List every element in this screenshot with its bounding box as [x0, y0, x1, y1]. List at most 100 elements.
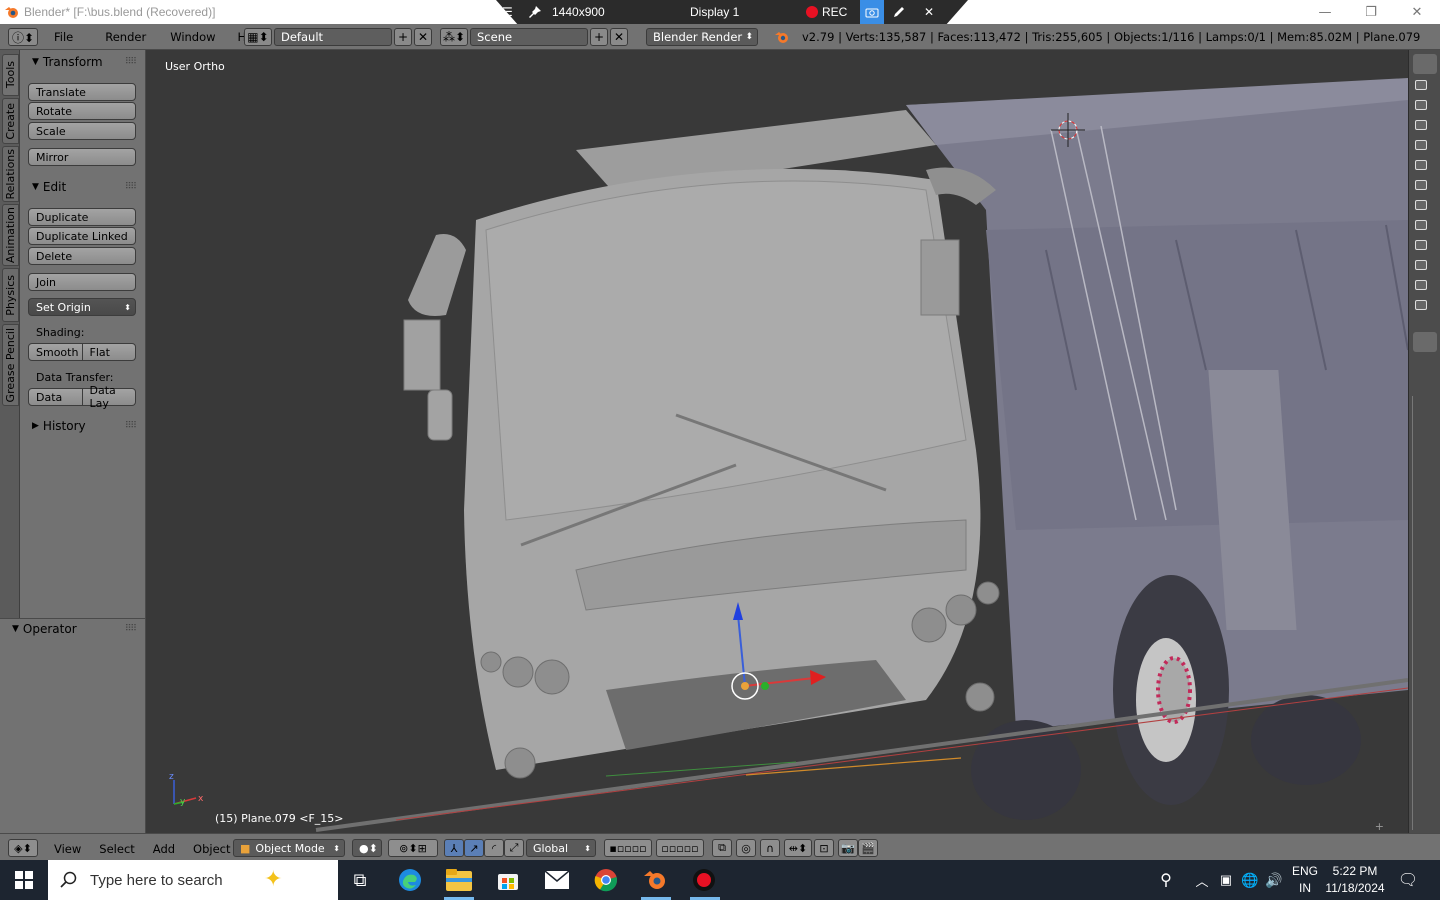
render-animation-icon[interactable]: 🎬	[858, 839, 878, 857]
tab-tools[interactable]: Tools	[2, 54, 19, 96]
camera-object-icon[interactable]	[1415, 140, 1427, 150]
tab-animation[interactable]: Animation	[2, 204, 19, 266]
file-explorer-icon[interactable]	[445, 866, 473, 894]
menu-window[interactable]: Window	[162, 30, 223, 44]
add-screen-icon[interactable]: +	[394, 28, 412, 46]
camera-object-icon[interactable]	[1415, 240, 1427, 250]
meet-now-icon[interactable]: ▣	[1216, 860, 1236, 900]
snap-toggle-icon[interactable]: ∩	[760, 839, 780, 857]
minimize-button[interactable]: —	[1302, 0, 1348, 24]
recorder-close-button[interactable]: ✕	[924, 0, 934, 24]
tab-grease-pencil[interactable]: Grease Pencil	[2, 324, 19, 406]
scene-field[interactable]: Scene	[470, 28, 588, 46]
drag-grip-icon[interactable]: ⠿⠿	[125, 421, 137, 431]
viewport-corner-plus-icon[interactable]: +	[1375, 820, 1384, 833]
camera-object-icon[interactable]	[1415, 180, 1427, 190]
camera-object-icon[interactable]	[1415, 120, 1427, 130]
scale-manipulator-icon[interactable]: ⤢	[504, 839, 524, 857]
operator-panel-header[interactable]: ▼ Operator ⠿⠿	[0, 619, 146, 639]
editor-type-info-icon[interactable]: ⓘ⬍	[8, 28, 38, 46]
scale-button[interactable]: Scale	[28, 122, 136, 140]
windows-start-icon[interactable]	[10, 866, 38, 894]
data-lay-button[interactable]: Data Lay	[82, 384, 136, 410]
camera-object-icon[interactable]	[1415, 280, 1427, 290]
flat-button[interactable]: Flat	[82, 343, 136, 361]
interaction-mode-select[interactable]: ■ Object Mode ⬍	[233, 839, 345, 857]
menu-add[interactable]: Add	[145, 842, 183, 856]
camera-object-icon[interactable]	[1415, 80, 1427, 90]
mail-icon[interactable]	[543, 866, 571, 894]
render-camera-icon[interactable]: 📷	[838, 839, 858, 857]
translate-button[interactable]: Translate	[28, 83, 136, 101]
recorder-resolution[interactable]: 1440x900	[552, 0, 605, 24]
clock[interactable]: 5:22 PM 11/18/2024	[1322, 860, 1388, 900]
edge-browser-icon[interactable]	[396, 866, 424, 894]
properties-scrollbar[interactable]	[1412, 396, 1432, 830]
menu-view[interactable]: View	[46, 842, 89, 856]
tab-relations[interactable]: Relations	[2, 146, 19, 202]
add-scene-icon[interactable]: +	[590, 28, 608, 46]
camera-object-icon[interactable]	[1415, 300, 1427, 310]
notifications-icon[interactable]: 🗨	[1396, 860, 1420, 900]
duplicate-button[interactable]: Duplicate	[28, 208, 136, 226]
screen-layout-field[interactable]: Default	[274, 28, 392, 46]
mirror-button[interactable]: Mirror	[28, 148, 136, 166]
translate-manipulator-icon[interactable]: ↗	[464, 839, 484, 857]
close-button[interactable]: ✕	[1394, 0, 1440, 24]
menu-select[interactable]: Select	[91, 842, 142, 856]
scene-icon[interactable]: ⁂⬍	[440, 28, 468, 46]
remove-scene-icon[interactable]: ✕	[610, 28, 628, 46]
transform-panel-header[interactable]: ▼ Transform ⠿⠿	[20, 52, 146, 72]
edit-panel-header[interactable]: ▼ Edit ⠿⠿	[20, 177, 146, 197]
task-view-icon[interactable]: ⧉	[346, 866, 374, 894]
pin-icon[interactable]	[528, 0, 544, 24]
screen-recorder-icon[interactable]	[690, 866, 718, 894]
rotate-button[interactable]: Rotate	[28, 102, 136, 120]
blender-taskbar-icon[interactable]	[641, 866, 669, 894]
viewport-shading-select[interactable]: ●⬍	[352, 839, 382, 857]
pivot-point-select[interactable]: ⊚⬍⊞	[388, 839, 438, 857]
camera-object-icon[interactable]	[1415, 100, 1427, 110]
snap-element-select[interactable]: ⇹⬍	[784, 839, 812, 857]
drag-grip-icon[interactable]: ⠿⠿	[125, 182, 137, 192]
editor-type-3d-view-icon[interactable]: ◈⬍	[8, 839, 38, 857]
lock-layers-icon[interactable]: ⧉	[712, 839, 732, 857]
transform-orientation-select[interactable]: Global ⬍	[526, 839, 596, 857]
chrome-browser-icon[interactable]	[592, 866, 620, 894]
history-panel-header[interactable]: ▶ History ⠿⠿	[20, 416, 146, 436]
proportional-edit-icon[interactable]: ◎	[736, 839, 756, 857]
render-engine-select[interactable]: Blender Render ⬍	[646, 28, 758, 46]
menu-render[interactable]: Render	[97, 30, 154, 44]
rotate-manipulator-icon[interactable]: ◜	[484, 839, 504, 857]
outliner-editor-icon[interactable]	[1413, 54, 1437, 74]
pen-icon[interactable]	[892, 0, 906, 24]
show-hidden-icons-chevron-icon[interactable]: ︿	[1192, 860, 1212, 900]
drag-grip-icon[interactable]: ⠿⠿	[125, 624, 137, 634]
taskbar-search-box[interactable]: Type here to search ✦	[48, 860, 338, 900]
camera-object-icon[interactable]	[1415, 160, 1427, 170]
data-button[interactable]: Data	[28, 388, 83, 406]
tab-create[interactable]: Create	[2, 98, 19, 144]
smooth-button[interactable]: Smooth	[28, 343, 83, 361]
drag-grip-icon[interactable]: ⠿⠿	[125, 57, 137, 67]
set-origin-dropdown[interactable]: Set Origin ⬍	[28, 298, 136, 316]
blender-logo-icon[interactable]	[774, 30, 790, 44]
people-icon[interactable]: ⚲	[1154, 860, 1178, 900]
camera-object-icon[interactable]	[1415, 260, 1427, 270]
snap-target-icon[interactable]: ⊡	[814, 839, 834, 857]
volume-icon[interactable]: 🔊	[1264, 860, 1284, 900]
rec-button[interactable]: REC	[806, 0, 847, 24]
microsoft-store-icon[interactable]	[494, 866, 522, 894]
layer-buttons-group-1[interactable]: ▪▫▫▫▫	[604, 839, 652, 857]
restore-button[interactable]: ❐	[1348, 0, 1394, 24]
network-icon[interactable]: 🌐	[1240, 860, 1260, 900]
camera-object-icon[interactable]	[1415, 220, 1427, 230]
camera-icon[interactable]	[860, 0, 884, 24]
manipulator-toggle-icon[interactable]: ⅄	[444, 839, 464, 857]
3d-viewport[interactable]: z y x User Ortho (15) Plane.079 <F_15> +	[146, 50, 1408, 833]
join-button[interactable]: Join	[28, 273, 136, 291]
camera-object-icon[interactable]	[1415, 200, 1427, 210]
search-highlight-icon[interactable]: ✦	[264, 867, 282, 892]
layer-buttons-group-2[interactable]: ▫▫▫▫▫	[656, 839, 704, 857]
remove-screen-icon[interactable]: ✕	[414, 28, 432, 46]
